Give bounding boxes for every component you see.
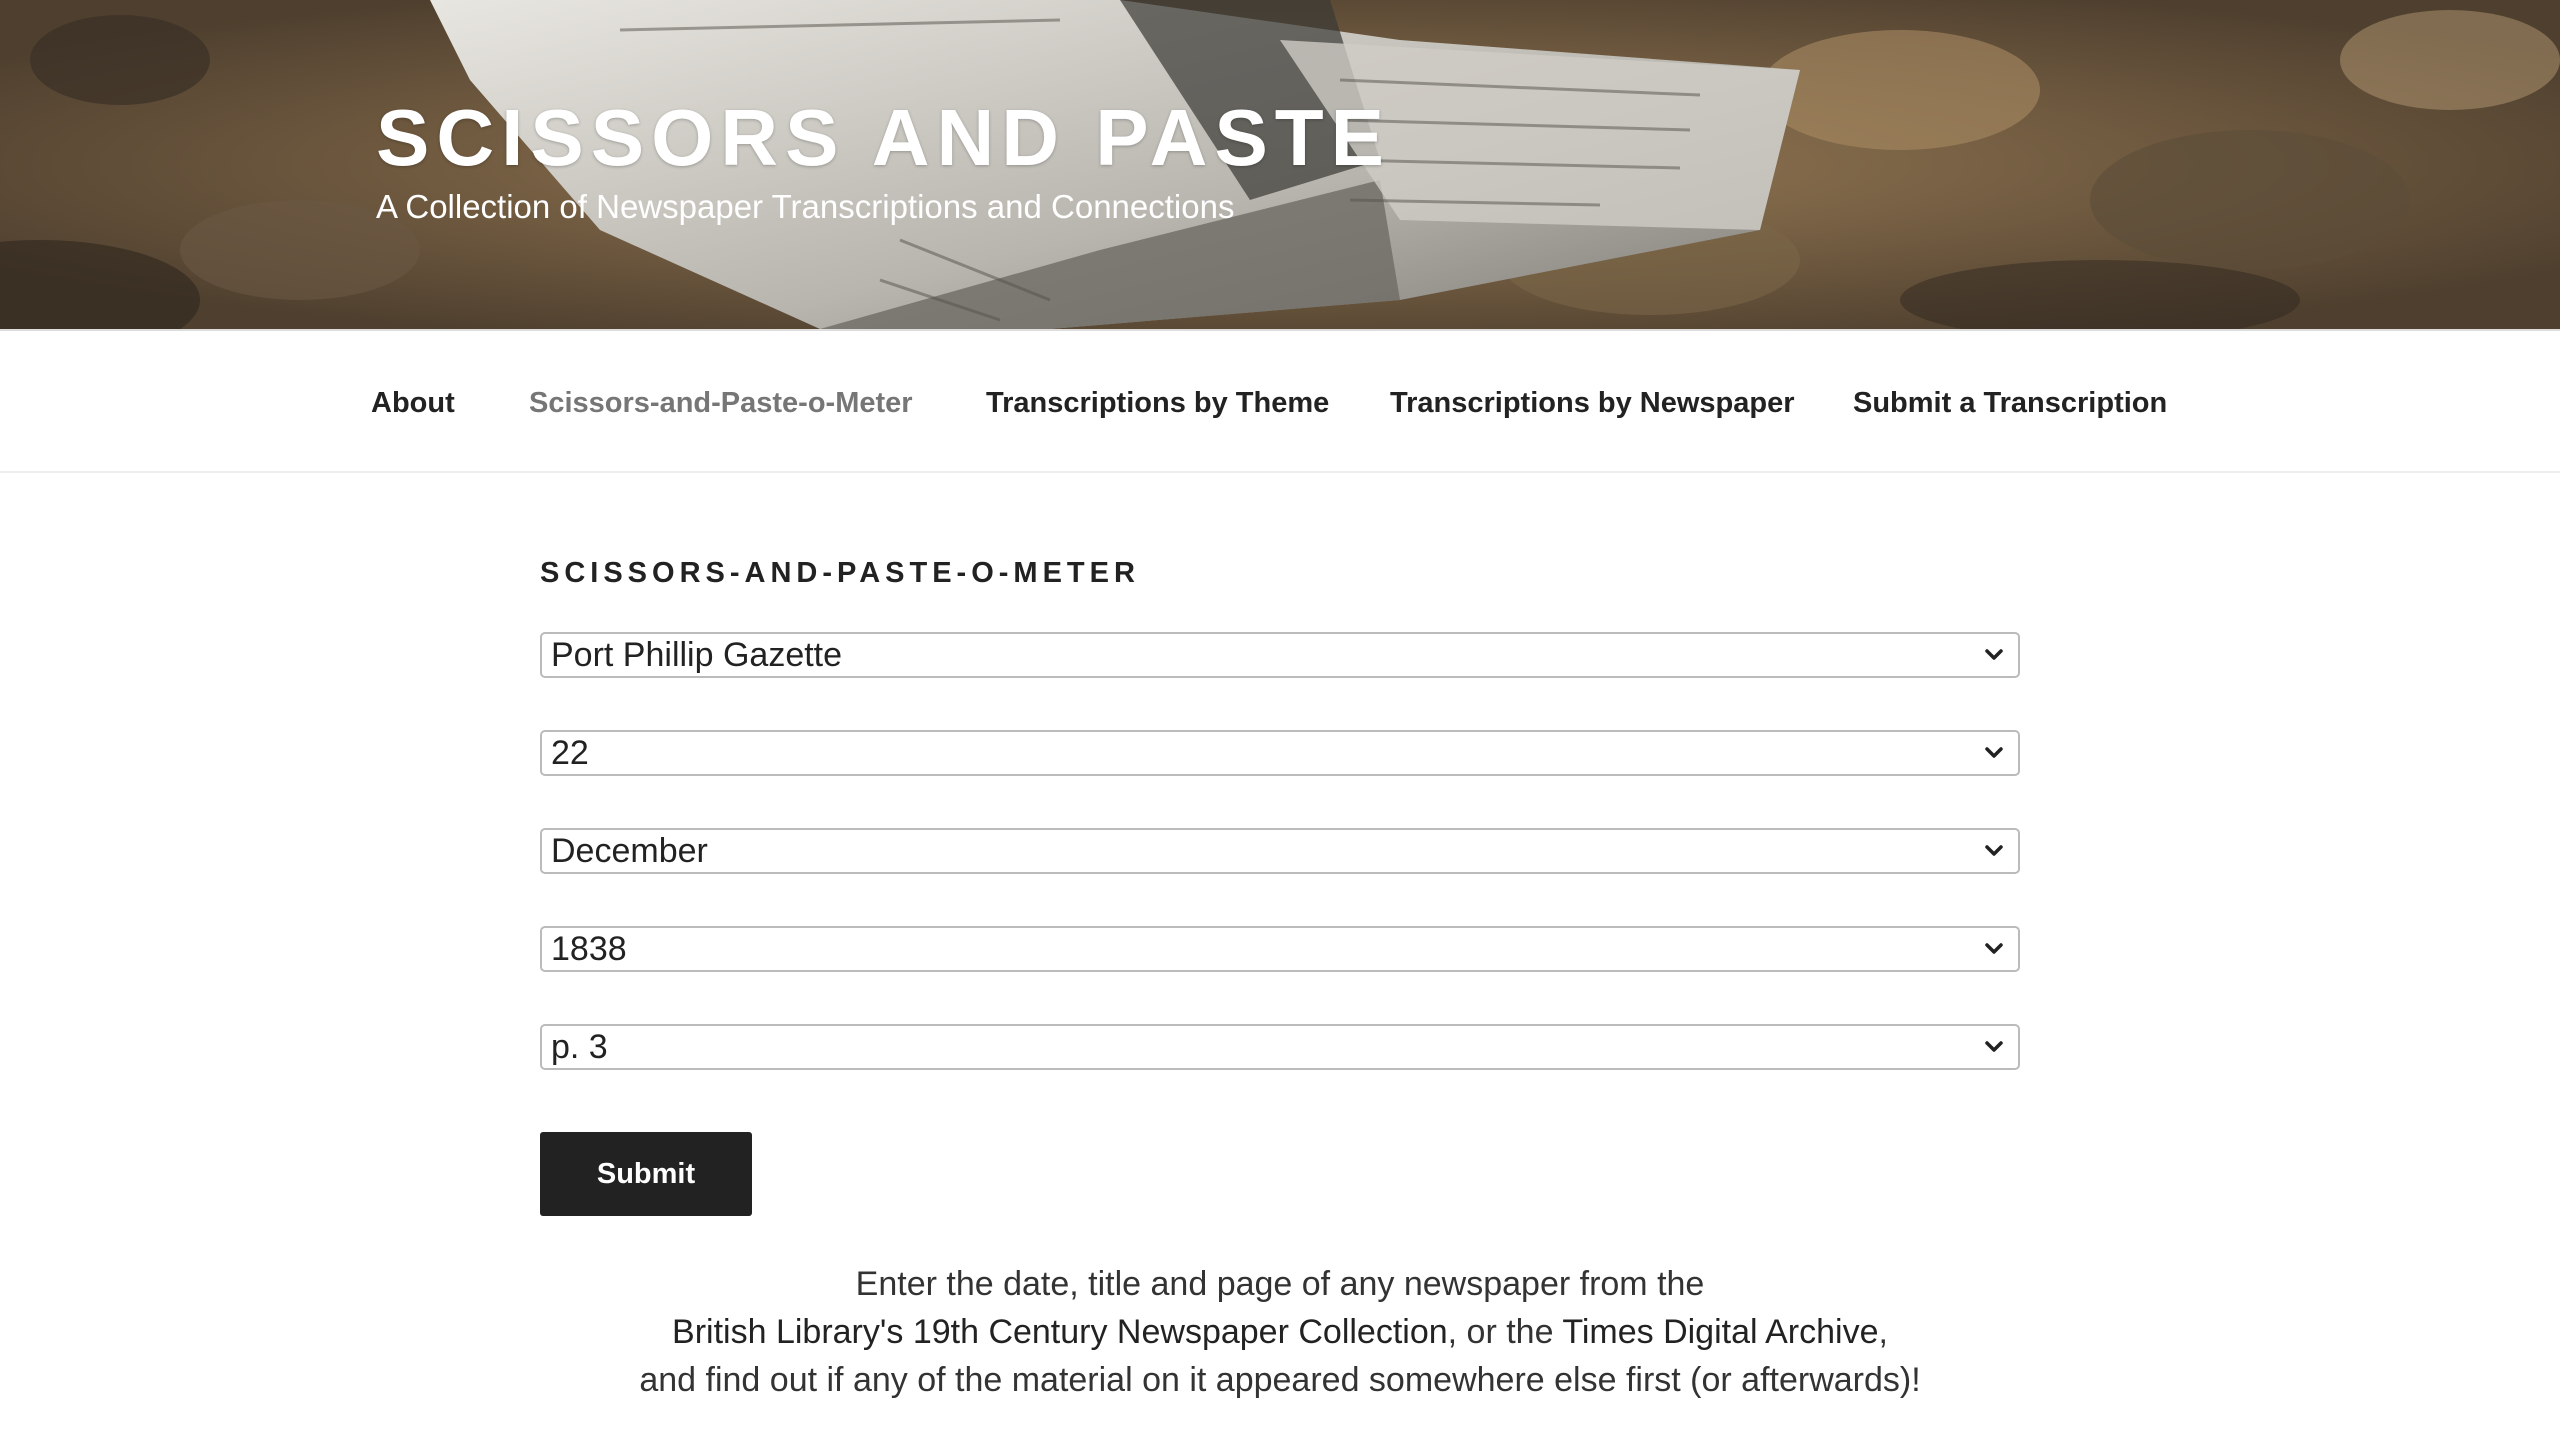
year-select-value: 1838 [551,930,627,968]
nav-item-transcriptions-by-newspaper[interactable]: Transcriptions by Newspaper [1390,387,1795,420]
british-library-link[interactable]: British Library's 19th Century Newspaper… [672,1313,1448,1351]
site-description: A Collection of Newspaper Transcriptions… [376,188,1235,225]
page-select-value: p. 3 [551,1028,608,1066]
newspaper-select[interactable]: Port Phillip Gazette [540,632,2020,678]
intro-line-2-mid: , or the [1447,1313,1563,1351]
times-digital-archive-link[interactable]: Times Digital Archive [1562,1313,1878,1351]
intro-line-1: Enter the date, title and page of any ne… [855,1265,1705,1303]
day-select-value: 22 [551,734,589,772]
submit-button[interactable]: Submit [540,1132,752,1216]
nav-item-scissors-and-paste-o-meter[interactable]: Scissors-and-Paste-o-Meter [529,387,913,420]
chevron-down-icon [1985,649,2003,660]
chevron-down-icon [1985,943,2003,954]
page-select[interactable]: p. 3 [540,1024,2020,1070]
newspaper-select-value: Port Phillip Gazette [551,636,843,674]
nav-item-about[interactable]: About [371,387,455,420]
header-banner: SCISSORS AND PASTE A Collection of Newsp… [0,0,2560,329]
page-title: SCISSORS-AND-PASTE-O-METER [540,557,1140,589]
main-navigation: About Scissors-and-Paste-o-Meter Transcr… [0,329,2560,473]
nav-item-transcriptions-by-theme[interactable]: Transcriptions by Theme [986,387,1329,420]
intro-line-2-end: , [1878,1313,1888,1351]
nav-item-submit-a-transcription[interactable]: Submit a Transcription [1853,387,2167,420]
month-select[interactable]: December [540,828,2020,874]
month-select-value: December [551,832,708,870]
year-select[interactable]: 1838 [540,926,2020,972]
chevron-down-icon [1985,845,2003,856]
day-select[interactable]: 22 [540,730,2020,776]
site-title[interactable]: SCISSORS AND PASTE [376,92,1391,184]
chevron-down-icon [1985,1041,2003,1052]
intro-line-2: British Library's 19th Century Newspaper… [0,1313,2560,1352]
intro-line-3: and find out if any of the material on i… [639,1361,1921,1399]
chevron-down-icon [1985,747,2003,758]
